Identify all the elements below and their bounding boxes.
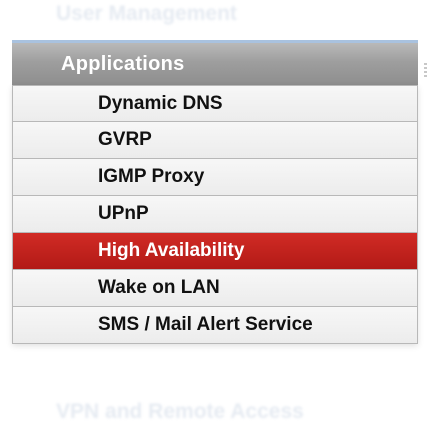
- menu-item-high-availability[interactable]: High Availability: [12, 233, 418, 270]
- sidebar-menu: Applications Dynamic DNS GVRP IGMP Proxy…: [12, 40, 418, 344]
- menu-item-gvrp[interactable]: GVRP: [12, 122, 418, 159]
- menu-section-vpn-remote-access[interactable]: VPN and Remote Access: [56, 400, 304, 424]
- menu-section-user-management[interactable]: User Management: [56, 2, 237, 26]
- menu-item-dynamic-dns[interactable]: Dynamic DNS: [12, 85, 418, 122]
- menu-section-applications[interactable]: Applications: [12, 40, 418, 85]
- menu-item-sms-mail-alert-service[interactable]: SMS / Mail Alert Service: [12, 307, 418, 344]
- menu-item-upnp[interactable]: UPnP: [12, 196, 418, 233]
- applications-submenu: Dynamic DNS GVRP IGMP Proxy UPnP High Av…: [12, 85, 418, 344]
- menu-item-igmp-proxy[interactable]: IGMP Proxy: [12, 159, 418, 196]
- menu-item-wake-on-lan[interactable]: Wake on LAN: [12, 270, 418, 307]
- resize-grip-icon[interactable]: [424, 63, 427, 77]
